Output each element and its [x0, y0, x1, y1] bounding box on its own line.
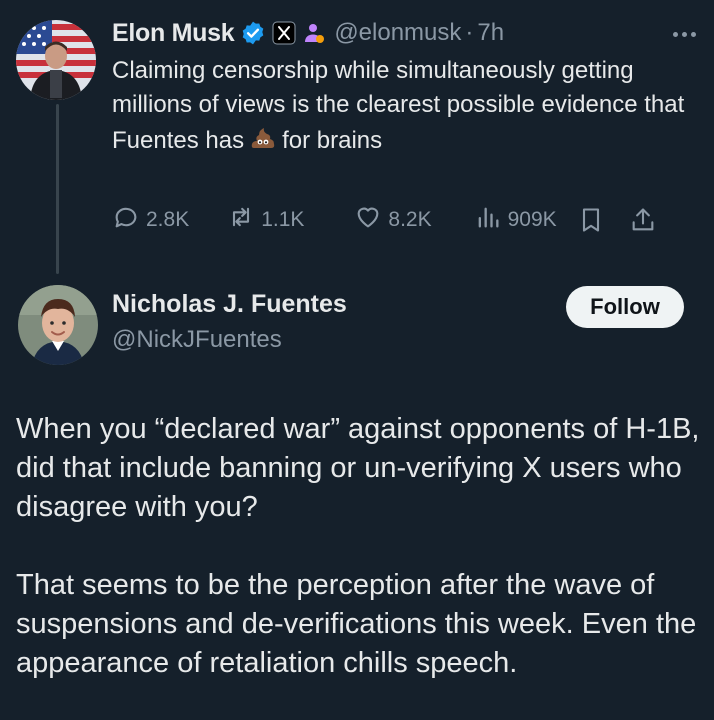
reply-text: Claiming censorship while simultaneously…	[112, 54, 700, 158]
timestamp[interactable]: 7h	[477, 19, 504, 47]
author-name[interactable]: Elon Musk	[112, 19, 235, 48]
quoted-author-handle[interactable]: @NickJFuentes	[112, 326, 684, 354]
views-action[interactable]: 909K	[474, 203, 557, 237]
verified-badge-icon	[240, 20, 266, 46]
like-count: 8.2K	[388, 208, 432, 231]
x-logo-icon	[272, 21, 296, 45]
poop-emoji-icon	[248, 122, 278, 152]
post-body: When you “declared war” against opponent…	[16, 410, 700, 683]
like-icon	[354, 203, 382, 237]
like-action[interactable]: 8.2K	[354, 203, 432, 237]
views-icon	[474, 203, 502, 237]
thread-line	[56, 104, 59, 274]
reply-action[interactable]: 2.8K	[112, 203, 189, 237]
reply-text-start: Claiming censorship while simultaneously…	[112, 57, 685, 154]
repost-icon	[227, 203, 255, 237]
tweet-actions: 2.8K 1.1K 8.2K 909K	[112, 202, 696, 238]
post-paragraph: When you “declared war” against opponent…	[16, 413, 700, 523]
more-icon[interactable]	[673, 32, 696, 37]
reply-text-end: for brains	[282, 127, 383, 154]
reply-count: 2.8K	[146, 208, 190, 231]
avatar-elonmusk[interactable]	[16, 20, 96, 100]
share-icon[interactable]	[629, 206, 657, 234]
reply-icon	[112, 203, 140, 237]
avatar-nickjfuentes[interactable]	[18, 285, 98, 365]
views-count: 909K	[507, 208, 557, 231]
follow-button[interactable]: Follow	[566, 286, 684, 328]
repost-action[interactable]: 1.1K	[227, 203, 304, 237]
reply-header: Elon Musk @elonmusk · 7h	[112, 14, 700, 52]
author-handle[interactable]: @elonmusk	[334, 19, 461, 47]
post-paragraph: That seems to be the perception after th…	[16, 569, 697, 679]
bookmark-icon[interactable]	[577, 206, 605, 234]
dot-separator: ·	[465, 19, 474, 46]
affiliate-person-icon	[302, 21, 326, 45]
repost-count: 1.1K	[261, 208, 305, 231]
reply-tweet[interactable]: Elon Musk @elonmusk · 7h Claiming censor…	[112, 14, 700, 158]
